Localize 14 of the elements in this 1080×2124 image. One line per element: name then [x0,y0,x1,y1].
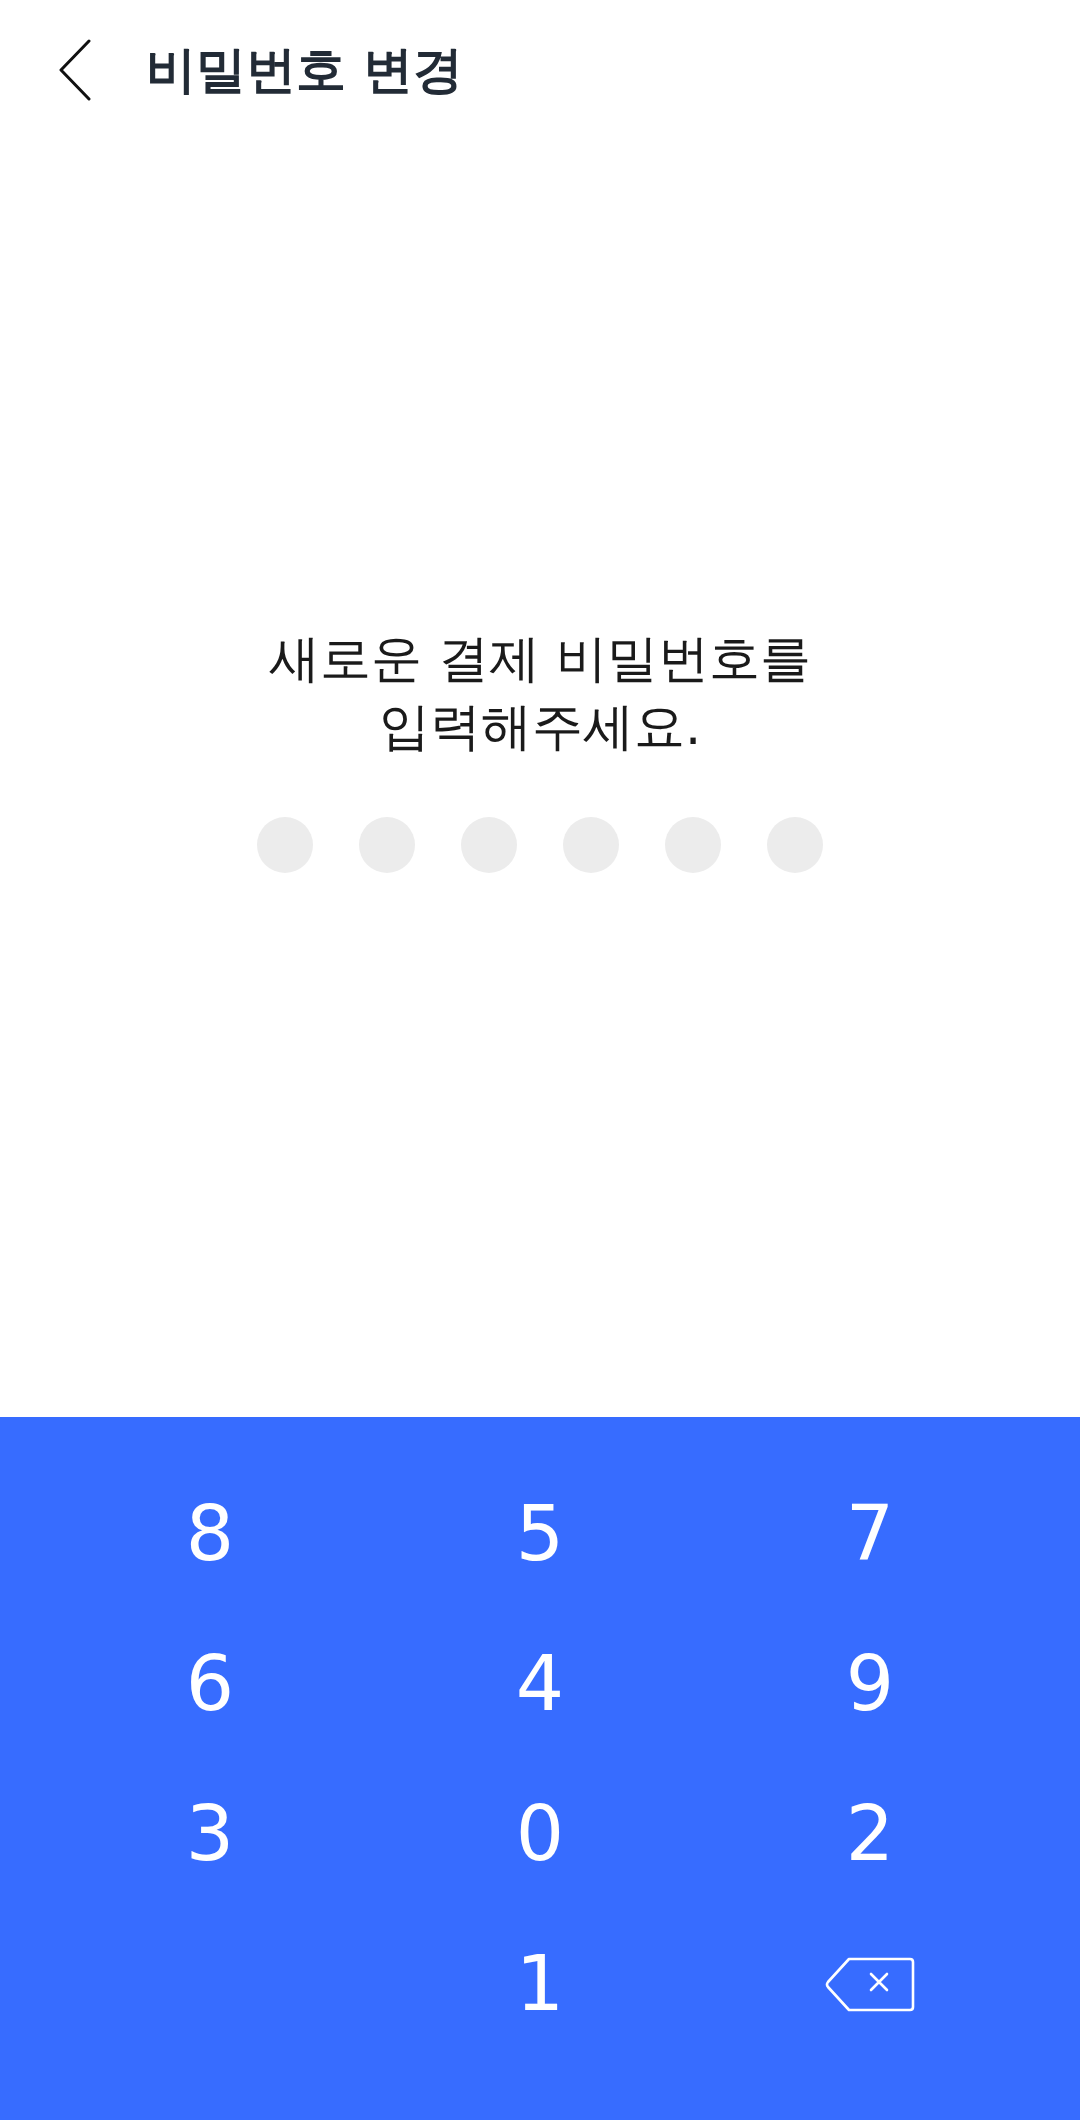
instruction-text: 새로운 결제 비밀번호를 입력해주세요. [268,628,812,758]
digit-key[interactable]: 5 [475,1479,605,1589]
back-chevron-icon [58,39,92,101]
digit-key[interactable]: 6 [145,1629,275,1739]
digit-key[interactable]: 9 [805,1629,935,1739]
backspace-icon [825,1956,915,2012]
page-title: 비밀번호 변경 [146,40,464,100]
digit-key[interactable]: 0 [475,1779,605,1889]
digit-key[interactable]: 1 [475,1929,605,2039]
digit-key[interactable]: 4 [475,1629,605,1739]
digit-key[interactable]: 3 [145,1779,275,1889]
digit-key[interactable]: 7 [805,1479,935,1589]
digit-key[interactable]: 2 [805,1779,935,1889]
digit-key[interactable]: 8 [145,1479,275,1589]
